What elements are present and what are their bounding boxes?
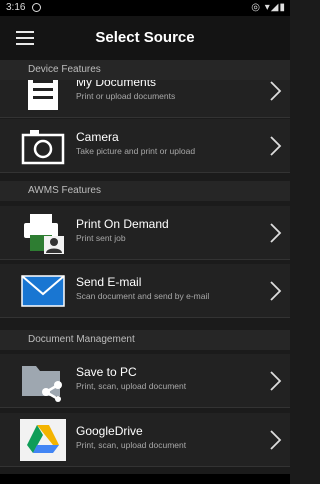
list-item-googledrive[interactable]: GoogleDrive Print, scan, upload document xyxy=(0,413,290,467)
section-header-document-management: Document Management xyxy=(0,330,290,350)
camera-label: Camera xyxy=(76,130,119,144)
save-to-pc-label: Save to PC xyxy=(76,365,137,379)
printer-user-icon xyxy=(24,214,64,254)
chevron-right-icon xyxy=(270,223,282,243)
my-documents-subtitle: Print or upload documents xyxy=(76,91,176,101)
chevron-right-icon xyxy=(270,281,282,301)
email-icon xyxy=(21,275,65,307)
chevron-right-icon xyxy=(270,430,282,450)
status-bar: 3:16 ◎ ▾◢▮ xyxy=(0,0,290,16)
list-item-camera[interactable]: Camera Take picture and print or upload xyxy=(0,119,290,173)
list-item-print-on-demand[interactable]: Print On Demand Print sent job xyxy=(0,206,290,260)
google-drive-icon xyxy=(20,419,66,461)
source-list[interactable]: My Documents Print or upload documents D… xyxy=(0,60,290,484)
chevron-right-icon xyxy=(270,81,282,101)
save-to-pc-subtitle: Print, scan, upload document xyxy=(76,381,187,391)
system-icons: ◎ ▾◢▮ xyxy=(251,2,286,13)
list-item-save-to-pc[interactable]: Save to PC Print, scan, upload document xyxy=(0,354,290,408)
page-title: Select Source xyxy=(95,29,195,46)
chevron-right-icon xyxy=(270,136,282,156)
list-item-send-email[interactable]: Send E-mail Scan document and send by e-… xyxy=(0,264,290,318)
camera-icon xyxy=(21,130,65,165)
section-header-device-features: Device Features xyxy=(0,60,290,80)
notification-icon xyxy=(32,3,41,12)
print-on-demand-subtitle: Print sent job xyxy=(76,233,126,243)
googledrive-label: GoogleDrive xyxy=(76,424,143,438)
print-on-demand-label: Print On Demand xyxy=(76,217,169,231)
send-email-label: Send E-mail xyxy=(76,275,142,289)
folder-share-icon xyxy=(22,366,62,402)
send-email-subtitle: Scan document and send by e-mail xyxy=(76,291,210,301)
section-header-awms-features: AWMS Features xyxy=(0,181,290,201)
googledrive-subtitle: Print, scan, upload document xyxy=(76,440,187,450)
camera-subtitle: Take picture and print or upload xyxy=(76,146,196,156)
navigation-bar xyxy=(0,474,290,484)
app-bar: Select Source xyxy=(0,16,290,60)
status-time: 3:16 xyxy=(6,2,26,13)
chevron-right-icon xyxy=(270,371,282,391)
